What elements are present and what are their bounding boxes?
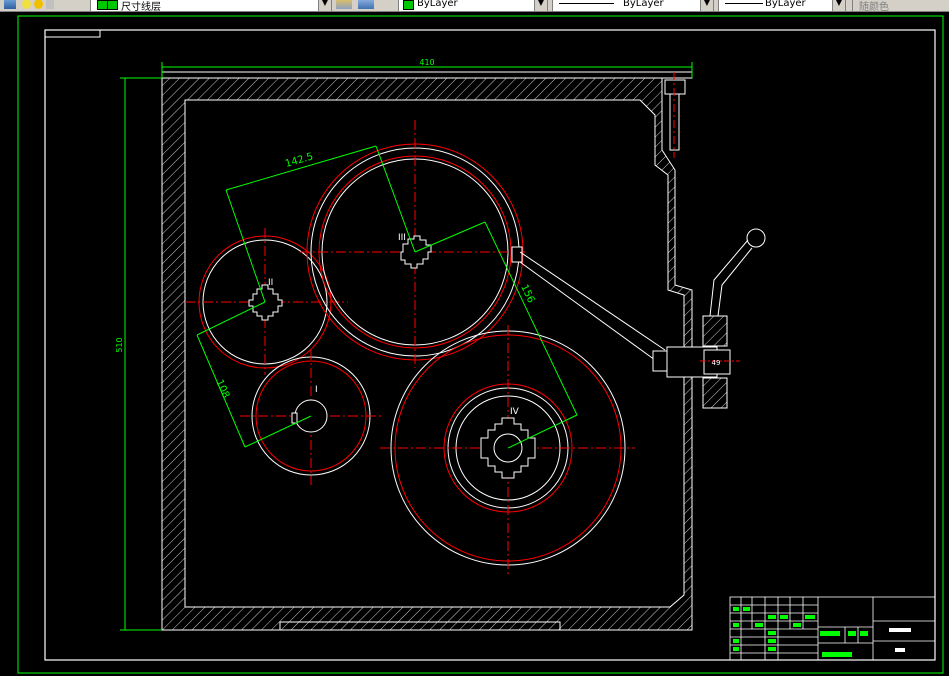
layer-state-icons[interactable]	[22, 0, 57, 11]
housing-wall	[161, 77, 693, 631]
layer-color-swatch-2	[107, 0, 118, 10]
chevron-down-icon: ▼	[534, 0, 547, 11]
dim-height	[120, 77, 162, 631]
lightbulb-icon	[22, 0, 31, 9]
title-drawing-name-mark	[889, 628, 911, 632]
top-bolt	[664, 79, 686, 95]
lock-icon	[46, 0, 54, 9]
sun-icon	[34, 0, 43, 9]
shift-fork	[511, 228, 766, 409]
dim-height-text: 510	[115, 337, 124, 352]
plotstyle-value: 随颜色	[859, 2, 889, 12]
chevron-down-icon: ▼	[318, 0, 331, 11]
color-value: ByLayer	[417, 0, 458, 9]
gear-1-label: I	[315, 385, 318, 395]
layer-manager-button[interactable]	[4, 0, 19, 11]
lineweight-preview	[725, 3, 763, 4]
gear-4	[380, 325, 635, 575]
layer-dropdown[interactable]: 尺寸线层 ▼	[90, 0, 332, 12]
outer-border	[17, 15, 944, 674]
dim-108-text: 108	[213, 378, 231, 400]
gear-2-label: II	[268, 278, 273, 288]
dim-156	[414, 221, 578, 449]
dim-142-5	[225, 145, 416, 303]
properties-toolbar: 尺寸线层 ▼ ByLayer ▼ ByLayer ▼ ByLayer ▼ 随颜色	[0, 0, 949, 12]
gear-4-label: IV	[510, 407, 520, 417]
dim-108	[196, 301, 312, 448]
lineweight-value: ByLayer	[765, 0, 806, 9]
layers-icon	[4, 0, 16, 9]
dim-width-text: 410	[419, 58, 434, 67]
chevron-down-icon: ▼	[700, 0, 713, 11]
make-current-layer-button[interactable]	[336, 0, 355, 11]
housing-flange	[161, 71, 693, 79]
layer-previous-button[interactable]	[358, 0, 377, 11]
plotstyle-dropdown[interactable]: 随颜色	[852, 0, 949, 12]
title-block-text-marks	[733, 607, 868, 657]
chevron-down-icon: ▼	[832, 0, 845, 11]
color-swatch	[403, 0, 414, 10]
drawing-canvas[interactable]: 410 510 II III I IV 142.5 108 156 49	[0, 12, 949, 676]
linetype-preview	[559, 3, 614, 4]
layer-name: 尺寸线层	[121, 2, 161, 12]
layer-current-icon	[336, 0, 352, 9]
title-drawing-number-mark	[895, 648, 905, 652]
color-dropdown[interactable]: ByLayer ▼	[398, 0, 548, 11]
gear-1	[240, 350, 382, 485]
dim-156-text: 156	[518, 283, 536, 305]
gear-3-label: III	[398, 233, 406, 243]
shaft-dim-text: 49	[712, 359, 721, 367]
linetype-value: ByLayer	[623, 0, 664, 9]
dim-142-5-text: 142.5	[284, 151, 315, 169]
lineweight-dropdown[interactable]: ByLayer ▼	[718, 0, 846, 11]
linetype-dropdown[interactable]: ByLayer ▼	[552, 0, 714, 11]
corner-tag	[44, 29, 101, 38]
layer-previous-icon	[358, 0, 374, 9]
